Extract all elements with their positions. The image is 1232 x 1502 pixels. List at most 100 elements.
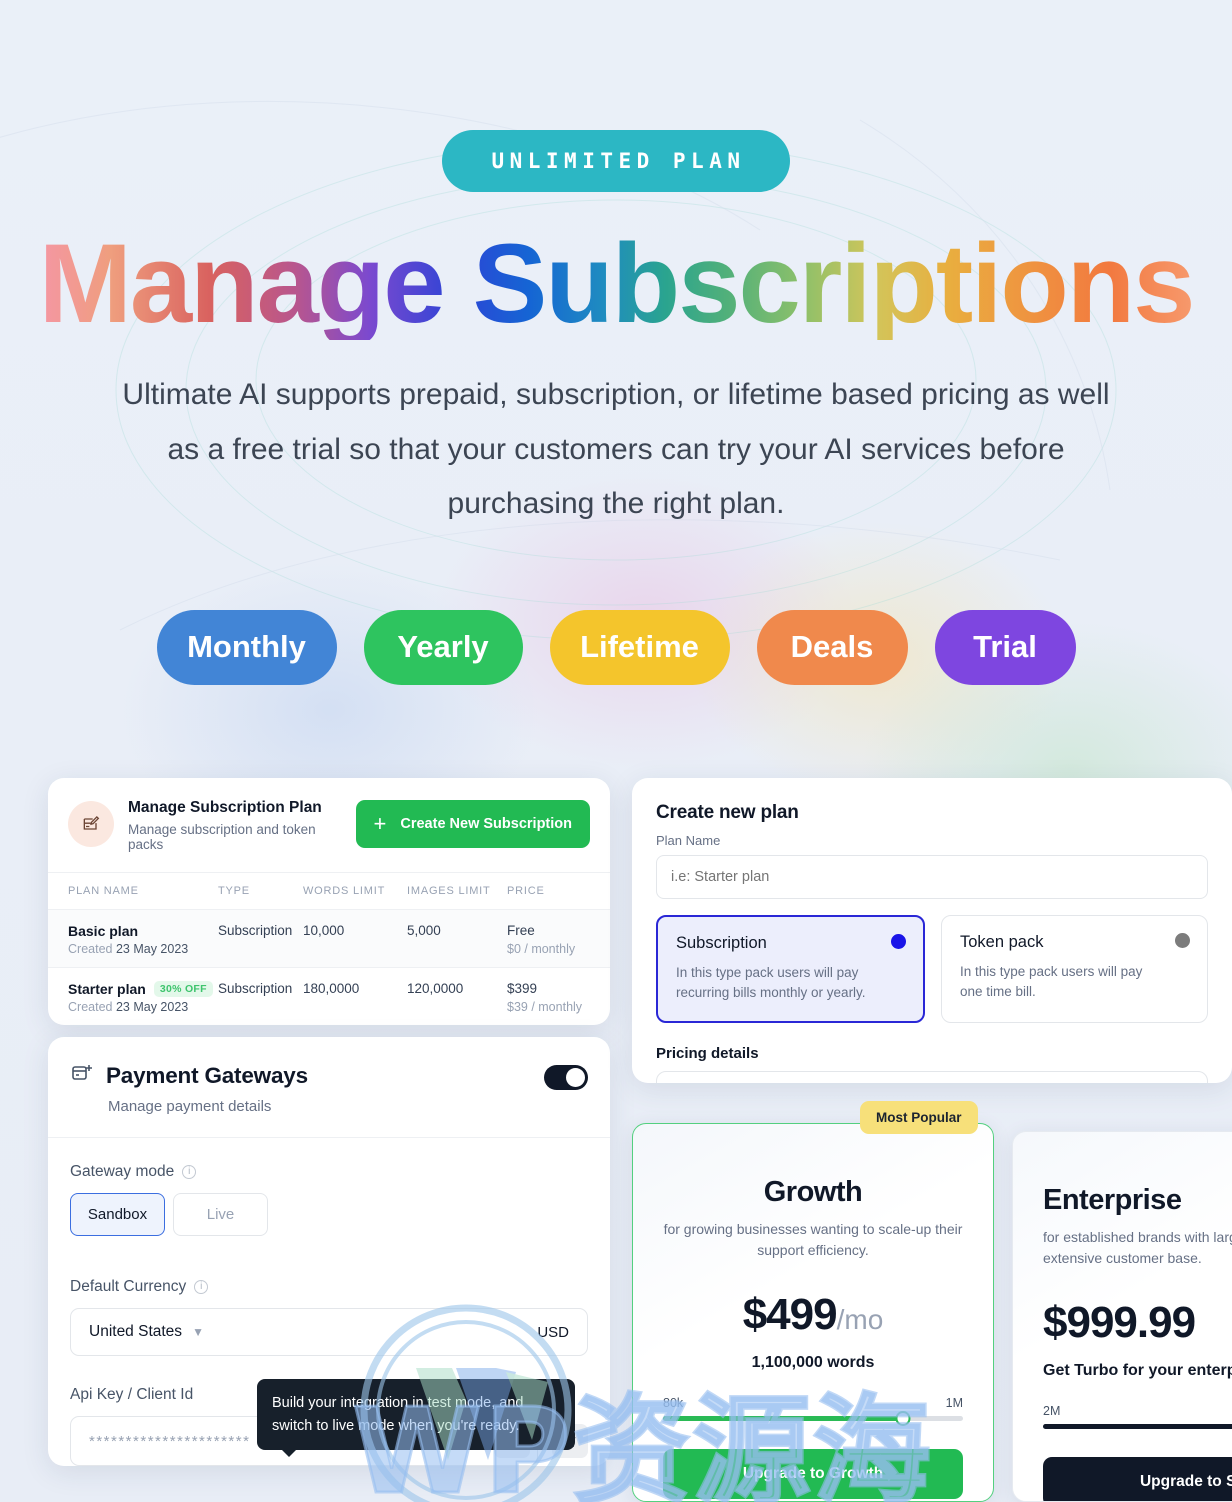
column-type: TYPE	[218, 885, 250, 898]
right-column: Create new plan Plan Name Subscription I…	[632, 778, 1232, 1083]
plan-type-tabs: Monthly Yearly Lifetime Deals Trial	[0, 609, 1232, 685]
plan-type-desc: In this type pack users will pay one tim…	[960, 964, 1143, 999]
column-words-limit: WORDS LIMIT	[303, 885, 386, 898]
words-slider-enterprise[interactable]: 2M	[1043, 1404, 1232, 1430]
currency-label: Default Currency	[70, 1278, 187, 1296]
radio-selected-icon[interactable]	[891, 934, 906, 949]
create-new-subscription-button[interactable]: + Create New Subscription	[355, 800, 590, 849]
plan-type-token-pack[interactable]: Token pack In this type pack users will …	[941, 915, 1208, 1024]
page-root: UNLIMITED PLAN Manage Subscriptions Ulti…	[0, 0, 1232, 1502]
gateways-toggle[interactable]	[544, 1065, 588, 1091]
plan-name-input[interactable]	[656, 855, 1208, 899]
table-row[interactable]: Starter plan 30% OFF Created 23 May 2023…	[48, 967, 610, 1025]
plan-card-price: $499/mo	[663, 1290, 963, 1340]
plan-name-cell: Basic plan Created 23 May 2023	[68, 923, 218, 956]
plan-images: 5,000	[407, 923, 441, 939]
currency-country: United States	[89, 1323, 183, 1341]
currency-code: USD	[537, 1323, 569, 1341]
plan-price-sub: $39 / monthly	[507, 1000, 583, 1015]
plan-type-desc: In this type pack users will pay recurri…	[676, 965, 866, 1000]
api-key-label: Api Key / Client Id	[70, 1386, 194, 1404]
plan-images: 120,0000	[407, 981, 464, 997]
gateway-mode-label: Gateway mode	[70, 1163, 175, 1181]
price-amount: $999.99	[1043, 1298, 1196, 1348]
created-label: Created	[68, 942, 113, 957]
words-slider-growth[interactable]: 80k 1M	[663, 1396, 963, 1427]
plan-type-subscription[interactable]: Subscription In this type pack users wil…	[656, 915, 925, 1024]
plan-card-name: Growth	[763, 1176, 863, 1208]
plan-price: $399	[507, 981, 538, 997]
plan-created: Created 23 May 2023	[68, 1000, 218, 1014]
plan-badge: UNLIMITED PLAN	[442, 130, 790, 192]
column-images-limit: IMAGES LIMIT	[407, 885, 491, 898]
slider-fill	[663, 1416, 903, 1422]
tab-monthly[interactable]: Monthly	[156, 609, 337, 685]
plan-type: Subscription	[218, 923, 293, 939]
pricing-details-title: Pricing details	[656, 1045, 759, 1063]
plan-price-cell: Free $0 / monthly	[507, 923, 590, 956]
plan-price-cell: $399 $39 / monthly	[507, 981, 590, 1014]
upgrade-to-starter-button[interactable]: Upgrade to Starter	[1043, 1457, 1232, 1501]
price-period: /mo	[836, 1304, 884, 1336]
divider	[48, 1137, 610, 1139]
plan-type-title: Subscription	[676, 934, 767, 952]
pricing-details-table: Monthly price Stripe product API ID	[656, 1071, 1208, 1083]
slider-min-label: 2M	[1043, 1404, 1061, 1419]
price-amount: $499	[742, 1290, 838, 1340]
plan-type-options: Subscription In this type pack users wil…	[656, 915, 1208, 1024]
plan-type-title: Token pack	[960, 933, 1044, 951]
upgrade-to-growth-button[interactable]: Upgrade to Growth	[663, 1449, 963, 1500]
tab-deals[interactable]: Deals	[756, 609, 908, 685]
created-date: 23 May 2023	[115, 942, 189, 957]
slider-track[interactable]	[663, 1411, 963, 1427]
gateway-mode-label-row: Gateway mode i	[70, 1163, 588, 1181]
info-icon[interactable]: i	[194, 1280, 209, 1295]
panel-subtitle: Manage subscription and token packs	[128, 822, 316, 853]
column-plan-name: PLAN NAME	[68, 885, 139, 898]
currency-select[interactable]: United States ▼ USD	[70, 1308, 588, 1357]
created-date: 23 May 2023	[115, 1000, 189, 1015]
slider-min-label: 80k	[663, 1396, 684, 1411]
gateway-mode-sandbox[interactable]: Sandbox	[70, 1193, 165, 1237]
left-column: Manage Subscription Plan Manage subscrip…	[48, 778, 610, 1467]
create-button-label: Create New Subscription	[400, 816, 572, 833]
gateway-mode-live[interactable]: Live	[173, 1193, 268, 1237]
gateways-title: Payment Gateways	[106, 1062, 308, 1088]
gateways-title-block: Payment Gateways Manage payment details	[70, 1061, 544, 1115]
plan-created: Created 23 May 2023	[68, 942, 218, 956]
table-header: PLAN NAME TYPE WORDS LIMIT IMAGES LIMIT …	[48, 872, 610, 909]
edit-plan-icon	[68, 801, 114, 848]
slider-thumb[interactable]	[895, 1411, 911, 1427]
create-new-plan-panel: Create new plan Plan Name Subscription I…	[632, 778, 1232, 1083]
plan-words: 10,000	[303, 923, 345, 939]
panel-title: Manage Subscription Plan	[128, 799, 322, 816]
create-plan-title: Create new plan	[656, 802, 799, 823]
most-popular-ribbon: Most Popular	[860, 1101, 978, 1134]
discount-badge: 30% OFF	[153, 981, 213, 998]
plan-card-words: Get Turbo for your enterprise	[1043, 1362, 1232, 1380]
gateway-mode-segmented: Sandbox Live	[70, 1193, 588, 1237]
hero-subtitle: Ultimate AI supports prepaid, subscripti…	[122, 378, 1110, 521]
tab-lifetime[interactable]: Lifetime	[549, 609, 730, 685]
plan-name-label: Plan Name	[656, 833, 721, 848]
radio-unselected-icon[interactable]	[1175, 933, 1190, 948]
tab-yearly[interactable]: Yearly	[363, 609, 523, 685]
panel-title-block: Manage Subscription Plan Manage subscrip…	[128, 796, 342, 852]
payment-card-icon	[70, 1061, 94, 1090]
table-row[interactable]: Basic plan Created 23 May 2023 Subscript…	[48, 909, 610, 968]
info-icon[interactable]: i	[182, 1165, 197, 1180]
gateway-mode-tooltip: Build your integration in test mode, and…	[257, 1379, 575, 1458]
column-price: PRICE	[507, 885, 545, 898]
pricing-card-enterprise: Enterprise for established brands with l…	[1012, 1131, 1232, 1502]
tab-trial[interactable]: Trial	[934, 609, 1076, 685]
manage-subscription-panel: Manage Subscription Plan Manage subscrip…	[48, 778, 610, 1026]
plan-card-words: 1,100,000 words	[751, 1354, 875, 1372]
currency-label-row: Default Currency i	[70, 1278, 588, 1296]
dashboard-preview: Manage Subscription Plan Manage subscrip…	[0, 778, 1232, 1502]
slider-track[interactable]	[1043, 1424, 1232, 1430]
plan-card-desc: for growing businesses wanting to scale-…	[663, 1221, 963, 1258]
plan-type: Subscription	[218, 981, 293, 997]
hero-section: UNLIMITED PLAN Manage Subscriptions Ulti…	[0, 0, 1232, 685]
created-label: Created	[68, 1000, 113, 1015]
plan-name: Basic plan	[68, 923, 139, 940]
